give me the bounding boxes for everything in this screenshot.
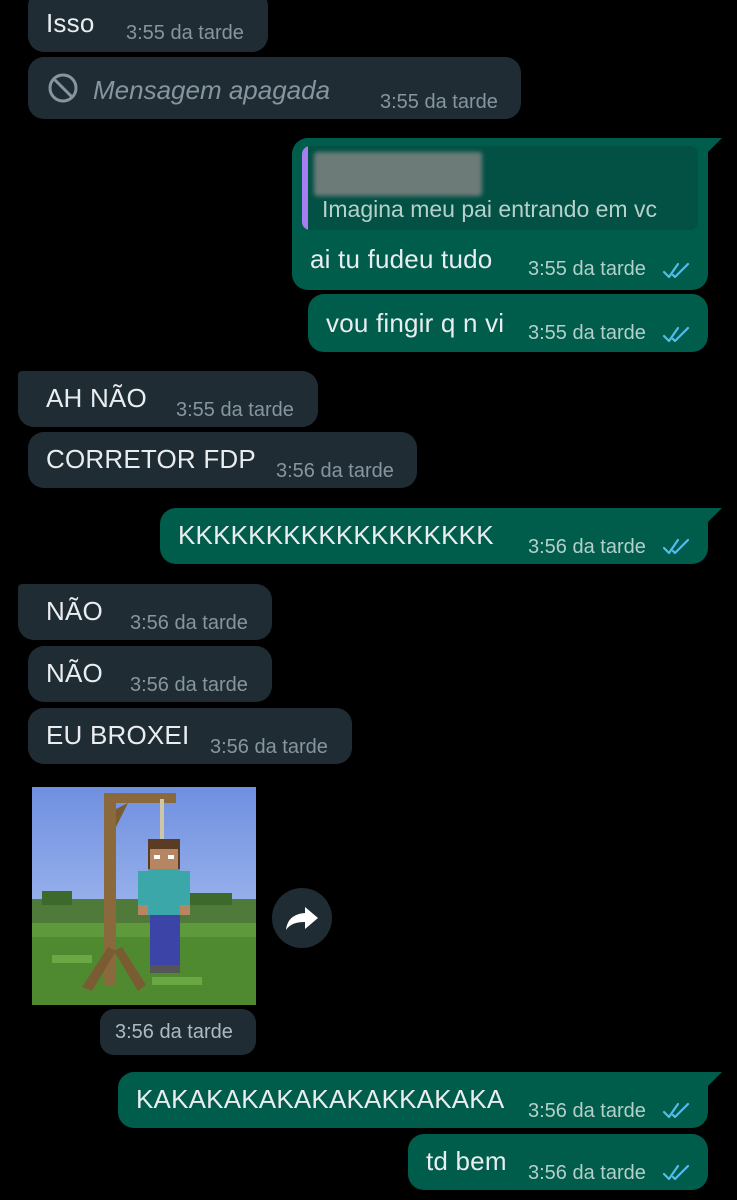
- message-bubble[interactable]: NÃO 3:56 da tarde: [18, 584, 272, 640]
- message-text: KAKAKAKAKAKAKAKKAKAKA: [136, 1084, 505, 1114]
- message-bubble[interactable]: EU BROXEI 3:56 da tarde: [28, 708, 352, 764]
- bubble-tail: [700, 508, 722, 524]
- deleted-message-bubble[interactable]: Mensagem apagada 3:55 da tarde: [28, 57, 521, 119]
- message-text: vou fingir q n vi: [326, 308, 505, 338]
- message-bubble[interactable]: td bem 3:56 da tarde: [408, 1134, 708, 1190]
- double-check-icon: [662, 1102, 690, 1119]
- message-text: CORRETOR FDP: [46, 444, 256, 474]
- message-time: 3:55 da tarde: [528, 258, 646, 280]
- message-text: td bem: [426, 1146, 507, 1176]
- message-time: 3:55 da tarde: [126, 22, 244, 44]
- message-time: 3:56 da tarde: [528, 1100, 646, 1122]
- double-check-icon: [662, 1164, 690, 1181]
- message-time: 3:56 da tarde: [115, 1021, 233, 1043]
- message-text: KKKKKKKKKKKKKKKKKK: [178, 520, 494, 550]
- quoted-message[interactable]: Imagina meu pai entrando em vc: [302, 146, 698, 230]
- image-message-minecraft[interactable]: [32, 787, 256, 1005]
- quoted-author-redacted: [314, 152, 482, 196]
- message-bubble[interactable]: CORRETOR FDP 3:56 da tarde: [28, 432, 417, 488]
- forward-arrow-icon: [286, 907, 318, 930]
- message-bubble[interactable]: KAKAKAKAKAKAKAKKAKAKA 3:56 da tarde: [118, 1072, 708, 1128]
- quoted-text: Imagina meu pai entrando em vc: [322, 196, 657, 222]
- double-check-icon: [662, 326, 690, 343]
- message-text: ai tu fudeu tudo: [310, 244, 493, 274]
- message-bubble[interactable]: vou fingir q n vi 3:55 da tarde: [308, 294, 708, 352]
- double-check-icon: [662, 262, 690, 279]
- message-text: NÃO: [46, 596, 103, 626]
- message-time: 3:55 da tarde: [380, 91, 498, 113]
- prohibited-icon: [46, 71, 80, 105]
- message-time: 3:56 da tarde: [210, 736, 328, 758]
- message-time: 3:55 da tarde: [528, 322, 646, 344]
- message-text: NÃO: [46, 658, 103, 688]
- image-time-pill: 3:56 da tarde: [100, 1009, 256, 1055]
- message-text: EU BROXEI: [46, 720, 190, 750]
- message-bubble[interactable]: NÃO 3:56 da tarde: [28, 646, 272, 702]
- double-check-icon: [662, 538, 690, 555]
- message-time: 3:56 da tarde: [276, 460, 394, 482]
- bubble-tail: [700, 1072, 722, 1088]
- message-time: 3:56 da tarde: [130, 674, 248, 696]
- reply-message-bubble[interactable]: Imagina meu pai entrando em vc ai tu fud…: [292, 138, 708, 290]
- minecraft-gallows-image: [32, 787, 256, 1005]
- bubble-tail: [700, 138, 722, 154]
- message-time: 3:56 da tarde: [528, 1162, 646, 1184]
- message-bubble[interactable]: Isso 3:55 da tarde: [28, 0, 268, 52]
- message-bubble[interactable]: KKKKKKKKKKKKKKKKKK 3:56 da tarde: [160, 508, 708, 564]
- message-text: AH NÃO: [46, 383, 147, 413]
- deleted-message-text: Mensagem apagada: [93, 75, 331, 105]
- message-text: Isso: [46, 8, 95, 38]
- quote-accent-bar: [302, 146, 308, 230]
- forward-button[interactable]: [272, 888, 332, 948]
- message-time: 3:56 da tarde: [528, 536, 646, 558]
- message-time: 3:56 da tarde: [130, 612, 248, 634]
- message-bubble[interactable]: AH NÃO 3:55 da tarde: [18, 371, 318, 427]
- message-time: 3:55 da tarde: [176, 399, 294, 421]
